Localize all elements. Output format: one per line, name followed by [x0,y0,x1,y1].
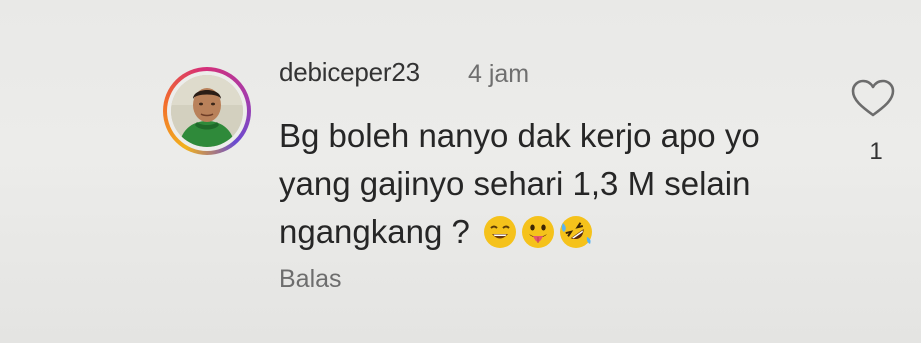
heart-outline-icon [851,79,895,117]
avatar[interactable] [171,75,243,147]
comment-line-text: ngangkang ? [279,213,470,250]
comment-line: Bg boleh nanyo dak kerjo apo yo [279,117,760,154]
comment-text: Bg boleh nanyo dak kerjo apo yo yang gaj… [279,112,839,256]
grinning-face-icon [483,215,517,249]
like-button[interactable] [850,78,896,118]
like-count: 1 [869,138,883,165]
rolling-laughing-face-icon [559,215,593,249]
username[interactable]: debiceper23 [279,57,420,88]
reply-button[interactable]: Balas [279,265,342,294]
tongue-out-face-icon [521,215,555,249]
comment-line-last: ngangkang ? [279,208,839,256]
timestamp: 4 jam [468,60,530,88]
avatar-story-ring[interactable] [163,67,251,155]
comment-line: yang gajinyo sehari 1,3 M selain [279,165,751,202]
comment-item: debiceper23 4 jam Bg boleh nanyo dak ker… [0,0,921,343]
profile-photo [171,75,243,147]
